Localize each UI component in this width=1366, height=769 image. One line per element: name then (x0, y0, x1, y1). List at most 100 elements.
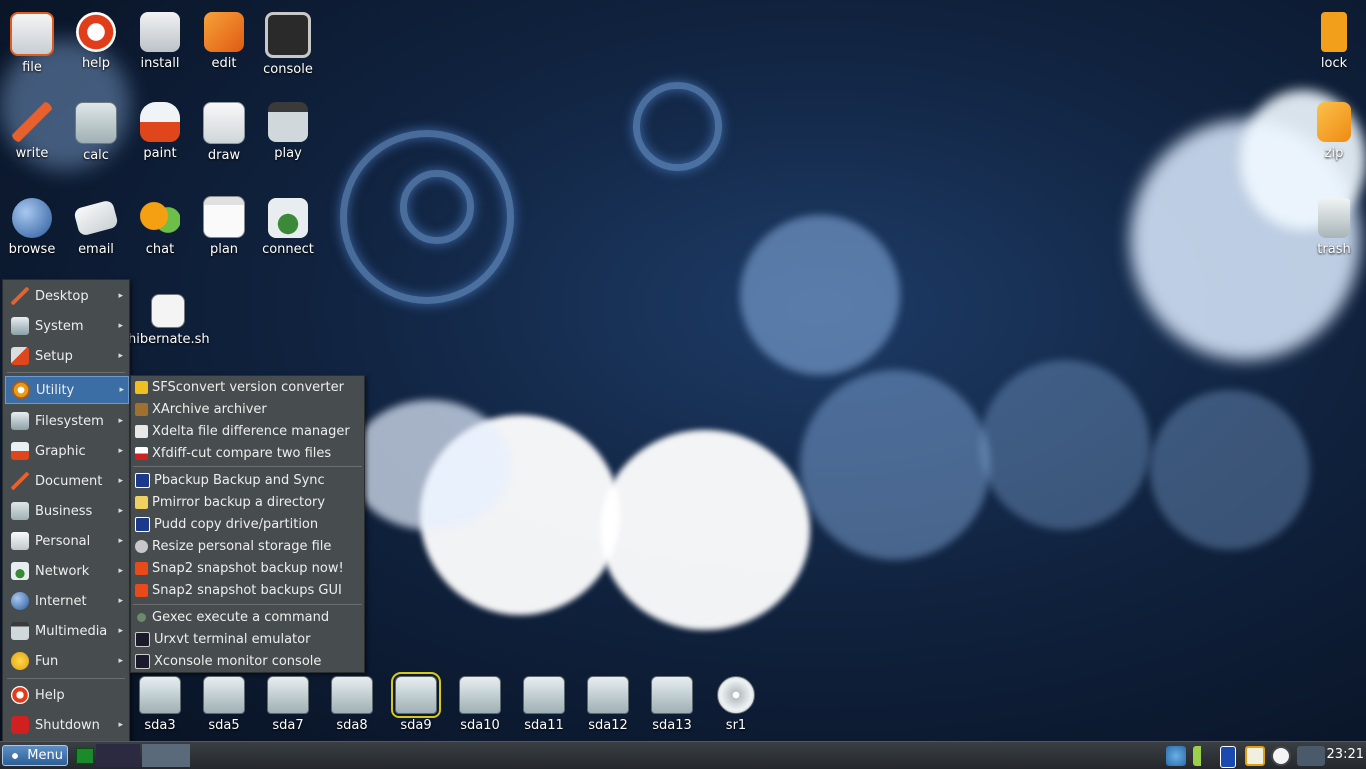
paint-label: paint (143, 146, 177, 161)
menu-item-system[interactable]: System ▸ (5, 313, 127, 339)
drive-sda13[interactable]: sda13 (646, 676, 698, 733)
submenu-arrow-icon: ▸ (118, 506, 123, 516)
desktop-x-icon (11, 287, 29, 305)
menu-item-network[interactable]: Network ▸ (5, 558, 127, 584)
submenu-item-sfsconvert[interactable]: SFSconvert version converter (135, 376, 361, 398)
drive-label: sda13 (652, 718, 692, 733)
menu-item-document[interactable]: Document ▸ (5, 468, 127, 494)
system-icon (11, 317, 29, 335)
network-tray-icon[interactable] (1166, 746, 1186, 766)
clipboard-icon[interactable] (1220, 746, 1236, 768)
calculator-icon (11, 502, 29, 520)
terminal-icon (265, 12, 311, 58)
console-icon[interactable]: console (256, 12, 320, 77)
submenu-item-xdelta[interactable]: Xdelta file difference manager (135, 420, 361, 442)
lock-icon[interactable]: lock (1302, 12, 1366, 71)
hibernate-script-icon[interactable]: hibernate.sh (128, 294, 210, 347)
menu-button[interactable]: Menu (2, 745, 68, 766)
submenu-item-xfdiff[interactable]: Xfdiff-cut compare two files (135, 442, 361, 464)
write-icon[interactable]: write (0, 102, 64, 161)
menu-item-utility[interactable]: Utility ▸ (5, 376, 129, 404)
drive-sda10[interactable]: sda10 (454, 676, 506, 733)
volume-icon[interactable] (1193, 746, 1213, 766)
terminal-icon (135, 653, 150, 669)
submenu-arrow-icon: ▸ (118, 416, 123, 426)
submenu-item-xarchive[interactable]: XArchive archiver (135, 398, 361, 420)
submenu-label: Pbackup Backup and Sync (154, 472, 325, 488)
calc-icon[interactable]: calc (64, 102, 128, 163)
drive-sda3[interactable]: sda3 (134, 676, 186, 733)
drive-sda5[interactable]: sda5 (198, 676, 250, 733)
paint-icon[interactable]: paint (128, 102, 192, 161)
menu-item-fun[interactable]: Fun ▸ (5, 648, 127, 674)
wifi-icon[interactable] (1271, 746, 1291, 766)
menu-item-personal[interactable]: Personal ▸ (5, 528, 127, 554)
browse-icon[interactable]: browse (0, 198, 64, 257)
draw-icon[interactable]: draw (192, 102, 256, 163)
submenu-arrow-icon: ▸ (118, 351, 123, 361)
submenu-item-pbackup[interactable]: Pbackup Backup and Sync (135, 469, 361, 491)
menu-item-filesystem[interactable]: Filesystem ▸ (5, 408, 127, 434)
file-icon[interactable]: file (0, 12, 64, 75)
utility-submenu: SFSconvert version converter XArchive ar… (130, 375, 365, 673)
drive-sda7[interactable]: sda7 (262, 676, 314, 733)
menu-item-help[interactable]: Help (5, 682, 127, 708)
install-icon[interactable]: install (128, 12, 192, 71)
submenu-item-pmirror[interactable]: Pmirror backup a directory (135, 491, 361, 513)
optical-disc-icon (717, 676, 755, 714)
email-icon[interactable]: email (64, 198, 128, 257)
submenu-item-urxvt[interactable]: Urxvt terminal emulator (135, 628, 361, 650)
zip-icon[interactable]: zip (1302, 102, 1366, 161)
menu-label-graphic: Graphic (35, 443, 86, 459)
submenu-item-resize[interactable]: Resize personal storage file (135, 535, 361, 557)
trash-label: trash (1317, 242, 1351, 257)
envelope-icon (73, 199, 119, 237)
system-monitor-icon[interactable] (1297, 746, 1325, 766)
puppy-package-icon[interactable] (1245, 746, 1265, 766)
hard-drive-icon (267, 676, 309, 714)
menu-item-business[interactable]: Business ▸ (5, 498, 127, 524)
connect-icon[interactable]: connect (256, 198, 320, 257)
workspace-2[interactable] (142, 744, 190, 767)
drive-sda12[interactable]: sda12 (582, 676, 634, 733)
menu-label-help: Help (35, 687, 65, 703)
submenu-label: XArchive archiver (152, 401, 267, 417)
trash-icon[interactable]: trash (1302, 198, 1366, 257)
submenu-arrow-icon: ▸ (118, 720, 123, 730)
menu-item-desktop[interactable]: Desktop ▸ (5, 283, 127, 309)
help-icon[interactable]: help (64, 12, 128, 71)
submenu-item-xconsole[interactable]: Xconsole monitor console (135, 650, 361, 672)
menu-item-graphic[interactable]: Graphic ▸ (5, 438, 127, 464)
menu-separator (7, 678, 125, 679)
menu-item-setup[interactable]: Setup ▸ (5, 343, 127, 369)
play-icon[interactable]: play (256, 102, 320, 161)
submenu-item-pudd[interactable]: Pudd copy drive/partition (135, 513, 361, 535)
menu-label-document: Document (35, 473, 103, 489)
show-desktop-icon[interactable] (76, 748, 94, 764)
drive-sda9[interactable]: sda9 (390, 672, 442, 733)
snap2-icon (135, 561, 148, 575)
utility-icon (12, 381, 30, 399)
drive-sr1[interactable]: sr1 (710, 676, 762, 733)
hard-drive-icon (139, 676, 181, 714)
menu-item-shutdown[interactable]: Shutdown ▸ (5, 712, 127, 738)
menu-item-multimedia[interactable]: Multimedia ▸ (5, 618, 127, 644)
chat-icon[interactable]: chat (128, 198, 192, 257)
submenu-item-gexec[interactable]: Gexec execute a command (135, 606, 361, 628)
edit-icon[interactable]: edit (192, 12, 256, 71)
hard-drive-icon (331, 676, 373, 714)
submenu-item-snap2-now[interactable]: Snap2 snapshot backup now! (135, 557, 361, 579)
submenu-item-snap2-gui[interactable]: Snap2 snapshot backups GUI (135, 579, 361, 601)
drive-sda8[interactable]: sda8 (326, 676, 378, 733)
menu-item-internet[interactable]: Internet ▸ (5, 588, 127, 614)
clock[interactable]: 23:21 (1327, 747, 1364, 762)
plan-icon[interactable]: plan (192, 196, 256, 257)
chat-label: chat (145, 242, 175, 257)
floppy-icon (135, 472, 150, 488)
sfsconvert-icon (135, 380, 148, 394)
power-icon (11, 716, 29, 734)
zip-label: zip (1324, 146, 1344, 161)
menu-button-label: Menu (27, 748, 63, 763)
drive-sda11[interactable]: sda11 (518, 676, 570, 733)
workspace-1[interactable] (96, 744, 140, 767)
